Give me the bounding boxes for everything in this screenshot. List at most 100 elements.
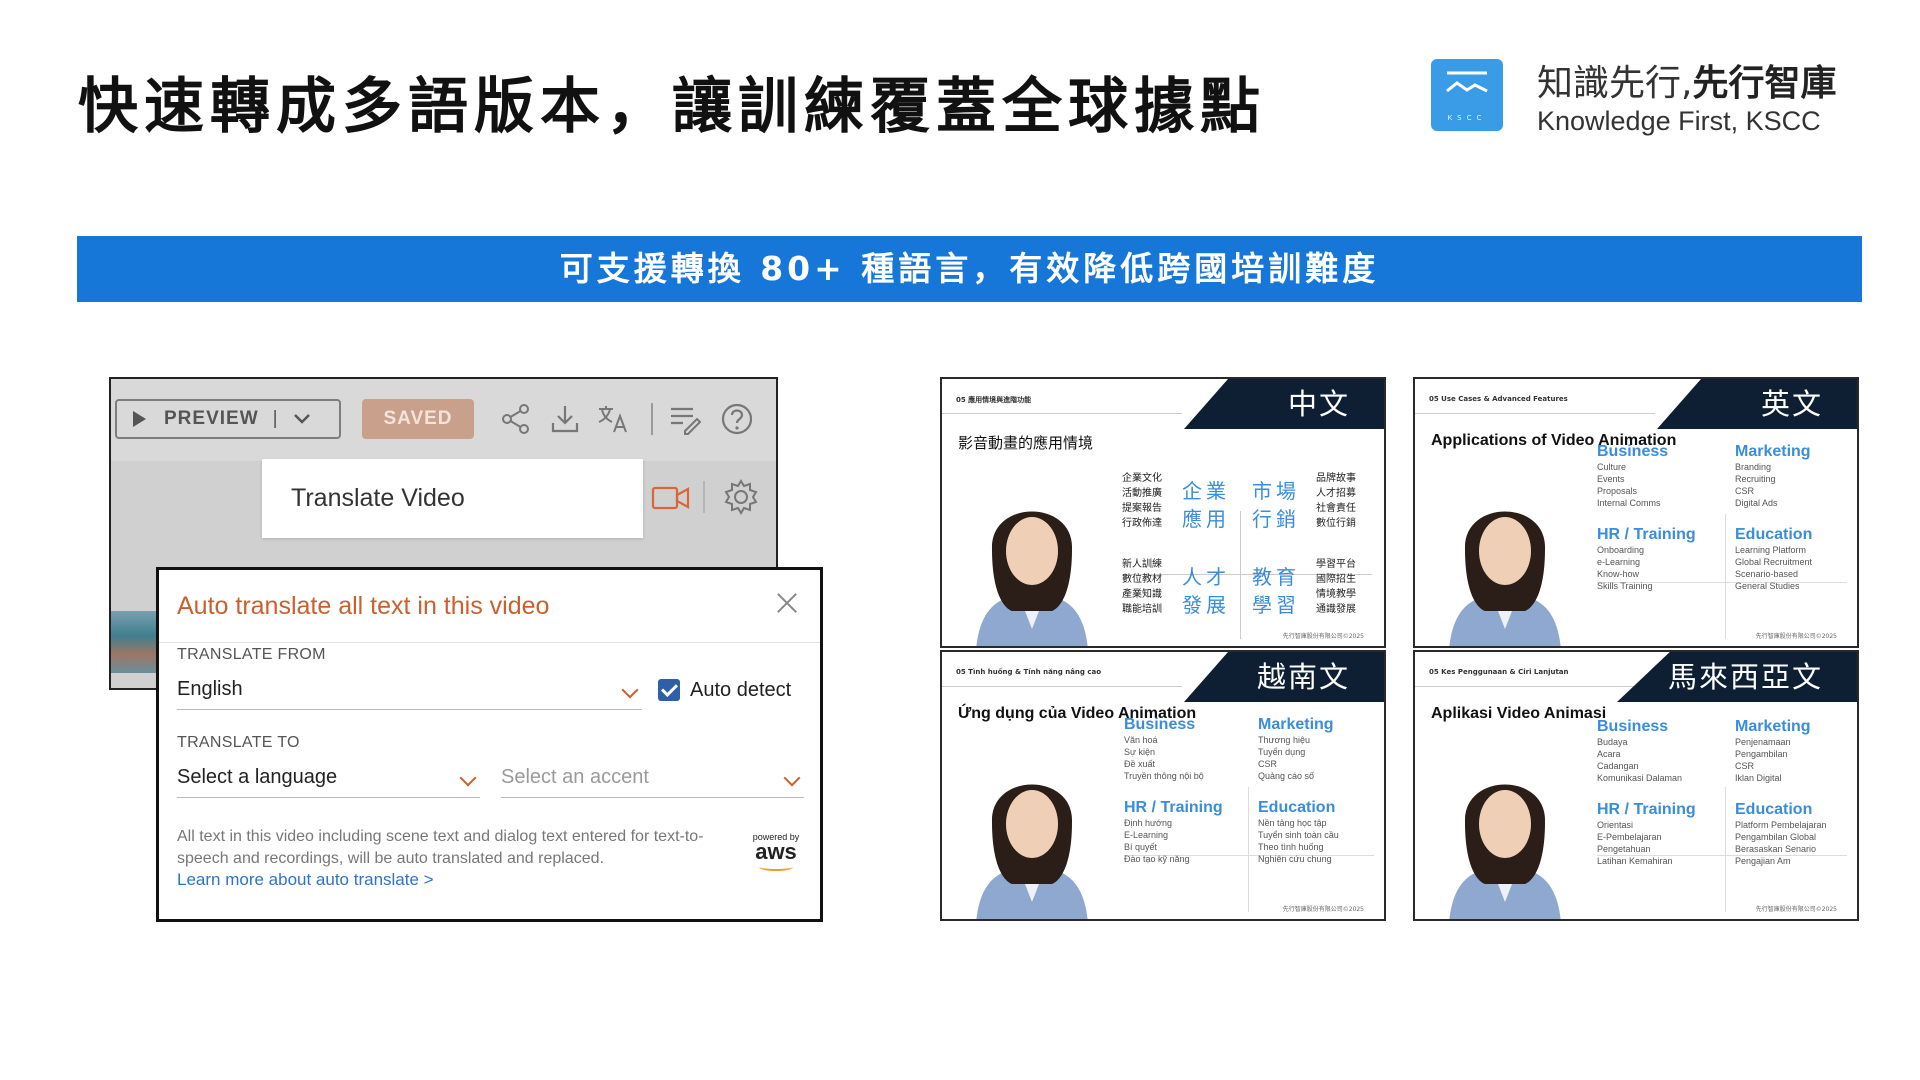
category-title: Business bbox=[1597, 718, 1669, 735]
translate-icon[interactable] bbox=[595, 401, 631, 437]
category-title: 人才 bbox=[1182, 565, 1230, 589]
close-icon[interactable] bbox=[776, 592, 798, 614]
kscc-logo: KSCC bbox=[1431, 59, 1503, 131]
preview-separator: | bbox=[272, 408, 279, 429]
aws-smile-icon bbox=[759, 863, 793, 871]
category-item: 企業文化 bbox=[1122, 473, 1162, 484]
category-item: Sự kiện bbox=[1124, 747, 1156, 757]
page-title: 快速轉成多語版本，讓訓練覆蓋全球據點 bbox=[78, 72, 1266, 142]
category-item: Learning Platform bbox=[1735, 545, 1807, 555]
chevron-down-icon bbox=[621, 681, 639, 699]
category-item: e-Learning bbox=[1597, 557, 1641, 567]
category-item: 社會責任 bbox=[1316, 503, 1356, 514]
category-heading: 市場 行銷 bbox=[1252, 477, 1300, 533]
category-education: Education Learning Platform Global Recruit… bbox=[1735, 526, 1845, 592]
category-item: E-Learning bbox=[1124, 830, 1169, 840]
presenter-avatar bbox=[976, 784, 1088, 919]
help-icon[interactable] bbox=[719, 401, 755, 437]
category-title: Marketing bbox=[1258, 716, 1334, 733]
category-title: 教育 bbox=[1252, 565, 1300, 589]
category-item: Nghiên cứu chung bbox=[1258, 854, 1332, 864]
category-item: Events bbox=[1597, 474, 1625, 484]
category-marketing: Marketing Branding Recruiting CSR Digital Ad… bbox=[1735, 443, 1845, 509]
grid-divider bbox=[1725, 787, 1726, 912]
crumb-divider bbox=[1415, 413, 1655, 414]
category-item: Culture bbox=[1597, 462, 1627, 472]
category-item: Berasaskan Senario bbox=[1735, 844, 1817, 854]
category-item: 情境教學 bbox=[1316, 589, 1356, 600]
slide-crumb: 05 應用情境與進階功能 bbox=[956, 396, 1032, 404]
category-item: General Studies bbox=[1735, 581, 1800, 591]
slide-crumb: 05 Tình huống & Tính năng nâng cao bbox=[956, 668, 1102, 676]
translate-to-label: TRANSLATE TO bbox=[177, 734, 300, 751]
brand-name-en: Knowledge First, KSCC bbox=[1537, 106, 1821, 136]
category-title: HR / Training bbox=[1597, 526, 1696, 543]
gear-icon[interactable] bbox=[721, 477, 761, 517]
script-edit-icon[interactable] bbox=[667, 401, 703, 437]
category-item: Tuyển sinh toàn cầu bbox=[1258, 830, 1339, 840]
category-item: 提案報告 bbox=[1122, 503, 1162, 514]
category-title: HR / Training bbox=[1124, 799, 1223, 816]
editor-toolbar: PREVIEW | SAVED bbox=[111, 379, 776, 461]
category-item: 品牌故事 bbox=[1316, 473, 1356, 484]
chevron-down-icon[interactable] bbox=[293, 413, 311, 425]
category-title: Marketing bbox=[1735, 443, 1811, 460]
category-title: Education bbox=[1735, 526, 1813, 543]
translate-video-menu-item[interactable]: Translate Video bbox=[262, 459, 643, 538]
category-title: HR / Training bbox=[1597, 801, 1696, 818]
logo-text: KSCC bbox=[1447, 114, 1487, 122]
category-item: Tuyển dụng bbox=[1258, 747, 1306, 757]
preview-button[interactable]: PREVIEW | bbox=[115, 399, 341, 439]
accent-select[interactable]: Select an accent bbox=[501, 760, 804, 798]
category-item: Nền tảng học tập bbox=[1258, 818, 1327, 828]
category-heading: 企業 應用 bbox=[1182, 477, 1230, 533]
aws-logo: powered by aws bbox=[748, 832, 804, 871]
crumb-divider bbox=[1415, 686, 1655, 687]
translate-from-select[interactable]: English bbox=[177, 672, 642, 710]
category-item: Orientasi bbox=[1597, 820, 1634, 830]
category-item: 數位教材 bbox=[1122, 574, 1162, 585]
auto-translate-dialog: Auto translate all text in this video TR… bbox=[156, 567, 823, 922]
category-item: Văn hoá bbox=[1124, 735, 1158, 745]
category-item: Pengajian Am bbox=[1735, 856, 1791, 866]
auto-detect-label: Auto detect bbox=[690, 679, 792, 701]
category-title: Business bbox=[1124, 716, 1196, 733]
grid-divider bbox=[1240, 511, 1241, 639]
category-item: Truyền thông nội bộ bbox=[1124, 771, 1204, 781]
video-camera-icon[interactable] bbox=[651, 481, 691, 515]
slide-title: 影音動畫的應用情境 bbox=[958, 434, 1094, 452]
thumbnail-english: 05 Use Cases & Advanced Features Applica… bbox=[1413, 377, 1859, 648]
preview-label: PREVIEW bbox=[164, 408, 259, 429]
chevron-down-icon bbox=[783, 769, 801, 787]
accent-select-placeholder: Select an accent bbox=[501, 766, 649, 788]
category-marketing: Marketing Thương hiệu Tuyển dụng CSR Quảng c… bbox=[1258, 716, 1368, 782]
brand-name-zh: 知識先行,先行智庫 bbox=[1537, 54, 1836, 106]
saved-button[interactable]: SAVED bbox=[362, 399, 474, 439]
category-item: Pengetahuan bbox=[1597, 844, 1651, 854]
slide: 快速轉成多語版本，讓訓練覆蓋全球據點 KSCC 知識先行,先行智庫 Knowle… bbox=[0, 0, 1920, 1080]
category-item: 新人訓練 bbox=[1122, 559, 1162, 570]
language-tag: 越南文 bbox=[1184, 652, 1384, 702]
category-item: Branding bbox=[1735, 462, 1772, 472]
category-education: Education Platform Pembelajaran Pengambila… bbox=[1735, 801, 1845, 867]
dialog-divider bbox=[159, 642, 820, 643]
crumb-divider bbox=[942, 686, 1182, 687]
category-item: Budaya bbox=[1597, 737, 1628, 747]
category-marketing: Marketing Penjenamaan Pengambilan CSR Iklan … bbox=[1735, 718, 1845, 784]
category-item: 國際招生 bbox=[1316, 574, 1356, 585]
category-item: Platform Pembelajaran bbox=[1735, 820, 1827, 830]
feature-banner: 可支援轉換 80+ 種語言，有效降低跨國培訓難度 bbox=[77, 236, 1862, 302]
learn-more-link[interactable]: Learn more about auto translate > bbox=[177, 870, 434, 890]
category-heading: 人才 發展 bbox=[1182, 563, 1230, 619]
thumbnail-chinese: 05 應用情境與進階功能 影音動畫的應用情境 中文 企業文化 活動推廣 提案報告 行政… bbox=[940, 377, 1386, 648]
copyright: 先行智庫股份有限公司©2025 bbox=[1282, 906, 1364, 913]
category-item: Internal Comms bbox=[1597, 498, 1661, 508]
language-tag: 馬來西亞文 bbox=[1617, 652, 1857, 702]
download-icon[interactable] bbox=[547, 401, 583, 437]
category-item: 行政佈達 bbox=[1122, 518, 1162, 529]
share-icon[interactable] bbox=[498, 401, 534, 437]
language-select[interactable]: Select a language bbox=[177, 760, 480, 798]
auto-detect-checkbox[interactable] bbox=[658, 679, 680, 701]
copyright: 先行智庫股份有限公司©2025 bbox=[1755, 633, 1837, 640]
category-business: Business Culture Events Proposals Internal C… bbox=[1597, 443, 1707, 509]
